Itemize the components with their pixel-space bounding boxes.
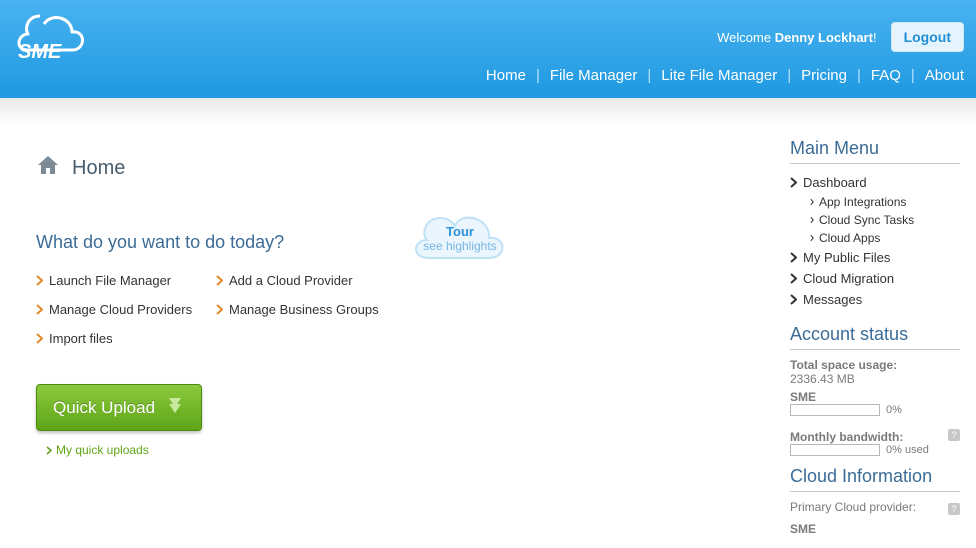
header-shadow	[0, 98, 976, 126]
main-menu-heading: Main Menu	[790, 138, 960, 164]
menu-messages[interactable]: Messages	[790, 289, 960, 310]
logo-sme-cloud[interactable]: SME	[10, 6, 95, 66]
total-space-label: Total space usage:	[790, 358, 960, 372]
total-space-value: 2336.43 MB	[790, 372, 960, 386]
tour-callout[interactable]: Tour see highlights	[405, 200, 515, 270]
bandwidth-bar	[790, 444, 880, 456]
upload-icon	[165, 395, 185, 420]
home-icon	[36, 154, 60, 182]
chevron-right-icon	[790, 294, 797, 305]
bandwidth-pct: 0% used	[886, 444, 929, 456]
nav-file-manager[interactable]: File Manager	[550, 67, 638, 84]
chevron-right-icon	[36, 275, 43, 286]
chevron-right-icon	[790, 273, 797, 284]
menu-cloud-apps[interactable]: Cloud Apps	[810, 229, 960, 247]
task-import-files[interactable]: Import files	[36, 331, 216, 346]
menu-public-files[interactable]: My Public Files	[790, 247, 960, 268]
task-manage-business-groups[interactable]: Manage Business Groups	[216, 302, 396, 317]
help-icon[interactable]: ?	[948, 429, 960, 441]
menu-dashboard[interactable]: Dashboard	[790, 172, 960, 193]
page-title: Home	[72, 157, 125, 180]
welcome-text: Welcome Denny Lockhart!	[717, 30, 876, 45]
chevron-right-icon	[36, 304, 43, 315]
nav-home[interactable]: Home	[486, 67, 526, 84]
nav-pricing[interactable]: Pricing	[801, 67, 847, 84]
main-menu-list: Dashboard App Integrations Cloud Sync Ta…	[790, 172, 960, 310]
top-nav: Home| File Manager| Lite File Manager| P…	[486, 67, 964, 84]
chevron-right-icon	[810, 195, 814, 209]
primary-provider-label: Primary Cloud provider:	[790, 500, 916, 514]
sme-usage-pct: 0%	[886, 404, 902, 416]
header: SME Welcome Denny Lockhart! Logout Home|…	[0, 0, 976, 98]
chevron-right-icon	[810, 213, 814, 227]
tour-title: Tour	[405, 224, 515, 239]
svg-text:SME: SME	[18, 41, 62, 63]
chevron-right-icon	[36, 333, 43, 344]
menu-app-integrations[interactable]: App Integrations	[810, 193, 960, 211]
task-manage-cloud-providers[interactable]: Manage Cloud Providers	[36, 302, 216, 317]
quick-upload-button[interactable]: Quick Upload	[36, 384, 202, 431]
chevron-right-icon	[216, 275, 223, 286]
help-icon[interactable]: ?	[948, 503, 960, 515]
task-add-cloud-provider[interactable]: Add a Cloud Provider	[216, 273, 396, 288]
chevron-right-icon	[790, 252, 797, 263]
bandwidth-label: Monthly bandwidth:	[790, 430, 903, 444]
sme-usage-bar	[790, 404, 880, 416]
chevron-right-icon	[790, 177, 797, 188]
chevron-right-icon	[46, 446, 52, 455]
logout-button[interactable]: Logout	[891, 22, 964, 52]
nav-faq[interactable]: FAQ	[871, 67, 901, 84]
account-status-heading: Account status	[790, 324, 960, 350]
question-heading: What do you want to do today?	[36, 232, 770, 253]
menu-cloud-sync-tasks[interactable]: Cloud Sync Tasks	[810, 211, 960, 229]
nav-lite-file-manager[interactable]: Lite File Manager	[661, 67, 777, 84]
chevron-right-icon	[216, 304, 223, 315]
menu-cloud-migration[interactable]: Cloud Migration	[790, 268, 960, 289]
chevron-right-icon	[810, 231, 814, 245]
task-launch-file-manager[interactable]: Launch File Manager	[36, 273, 216, 288]
cloud-info-heading: Cloud Information	[790, 466, 960, 492]
nav-about[interactable]: About	[925, 67, 964, 84]
primary-provider-value: SME	[790, 522, 960, 536]
my-quick-uploads-link[interactable]: My quick uploads	[46, 443, 770, 457]
tour-subtitle: see highlights	[405, 239, 515, 253]
sme-label: SME	[790, 390, 960, 404]
